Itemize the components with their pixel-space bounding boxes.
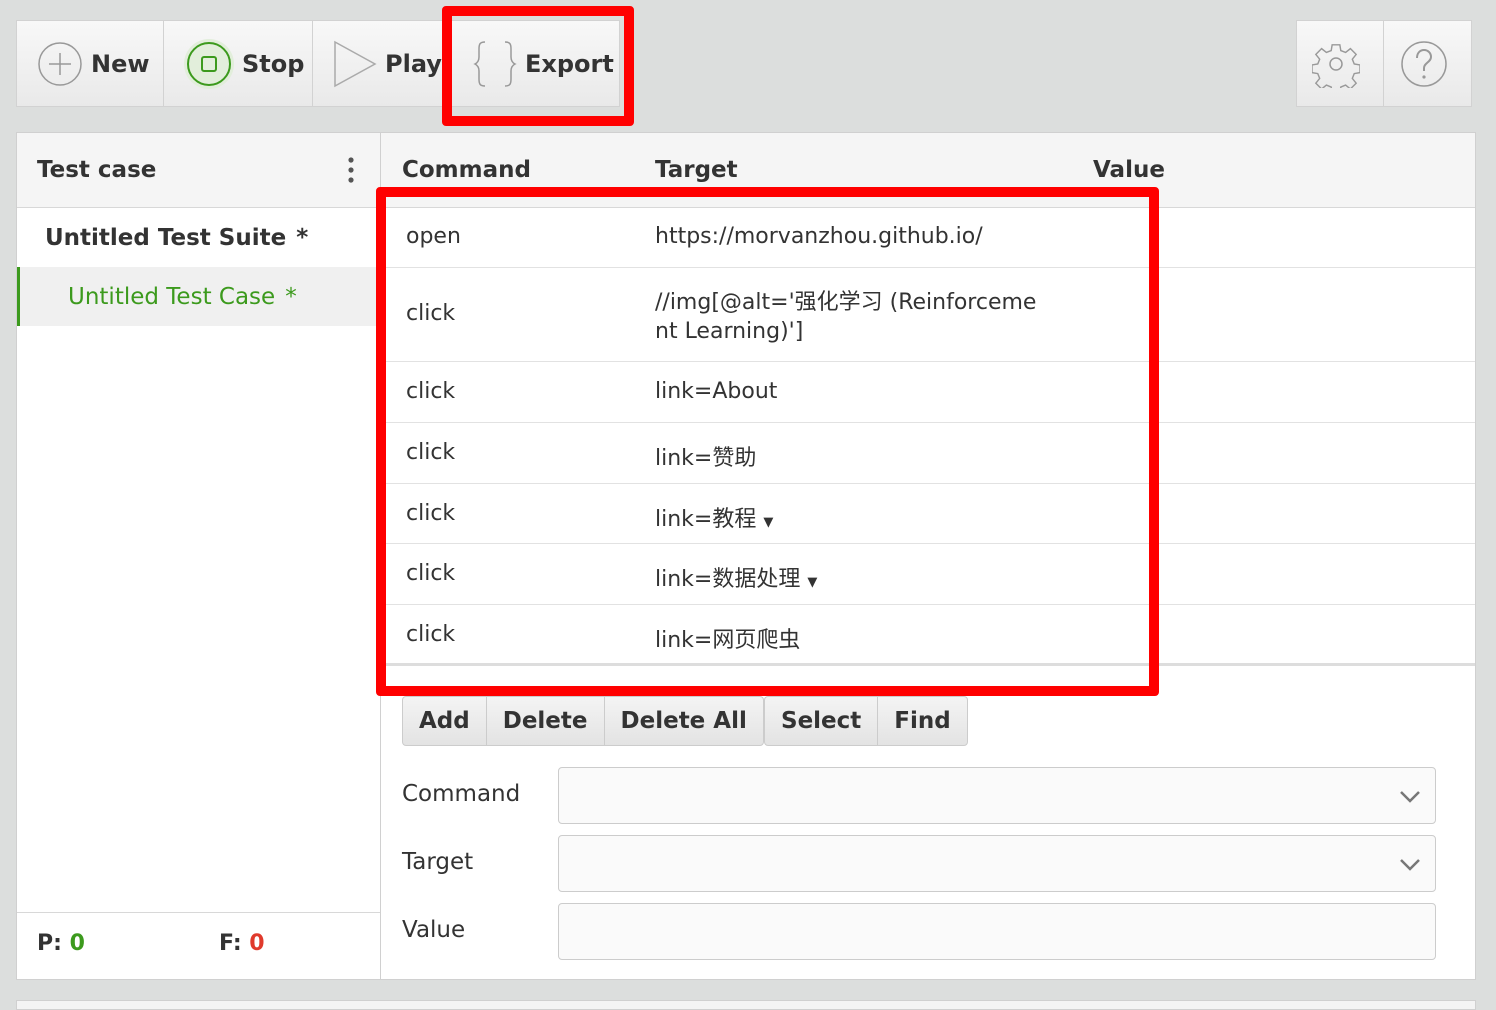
- column-command: Command: [402, 157, 531, 183]
- pass-count: P: 0: [37, 931, 85, 956]
- target-select[interactable]: [558, 835, 1436, 892]
- case-name: Untitled Test Case: [68, 283, 276, 310]
- target-actions: Select Find: [764, 696, 968, 746]
- settings-button[interactable]: [1296, 20, 1384, 107]
- table-row[interactable]: click//img[@alt='强化学习 (Reinforceme nt Lea…: [381, 268, 1475, 362]
- select-button[interactable]: Select: [765, 697, 879, 745]
- help-button[interactable]: [1383, 20, 1472, 107]
- delete-all-button[interactable]: Delete All: [605, 697, 763, 745]
- sidebar-title: Test case: [37, 157, 157, 183]
- table-row[interactable]: click link=教程 ▼: [381, 484, 1475, 544]
- gear-icon: [1312, 43, 1360, 88]
- export-button[interactable]: Export: [442, 20, 620, 107]
- question-circle-icon: [1400, 40, 1447, 87]
- find-button[interactable]: Find: [878, 697, 966, 745]
- play-label: Play: [385, 49, 442, 78]
- table-row[interactable]: click link=About: [381, 362, 1475, 423]
- case-modified-mark: *: [285, 283, 297, 310]
- stop-circle-icon: [184, 38, 234, 89]
- new-button[interactable]: New: [16, 20, 164, 107]
- chevron-down-icon: [1400, 859, 1420, 871]
- braces-icon: [473, 40, 517, 87]
- bottom-panel-edge: [16, 1000, 1476, 1010]
- add-button[interactable]: Add: [403, 697, 487, 745]
- new-label: New: [91, 49, 150, 78]
- command-label: Command: [402, 781, 521, 807]
- column-target: Target: [655, 157, 738, 183]
- plus-circle-icon: [38, 41, 82, 86]
- stop-button[interactable]: Stop: [163, 20, 313, 107]
- table-row[interactable]: open https://morvanzhou.github.io/: [381, 208, 1475, 268]
- table-row[interactable]: click link=网页爬虫: [381, 605, 1475, 666]
- table-row[interactable]: click link=数据处理 ▼: [381, 544, 1475, 605]
- table-header: Command Target Value: [381, 133, 1475, 208]
- value-input[interactable]: [558, 903, 1436, 960]
- column-value: Value: [1093, 157, 1165, 183]
- suite-name: Untitled Test Suite: [45, 224, 287, 251]
- suite-modified-mark: *: [296, 224, 309, 251]
- footer-divider: [17, 912, 380, 913]
- test-case-sidebar: Test case Untitled Test Suite * Untitled …: [17, 133, 381, 979]
- target-with-caret: link=教程 ▼: [655, 507, 774, 532]
- caret-down-icon: ▼: [763, 515, 774, 530]
- test-suite-item[interactable]: Untitled Test Suite *: [17, 208, 380, 267]
- export-label: Export: [525, 49, 614, 78]
- caret-down-icon: ▼: [807, 575, 818, 590]
- fail-count: F: 0: [219, 931, 265, 956]
- more-vertical-icon[interactable]: [348, 157, 354, 183]
- row-actions: Add Delete Delete All: [402, 696, 764, 746]
- test-case-item[interactable]: Untitled Test Case *: [17, 267, 380, 326]
- stop-label: Stop: [242, 49, 305, 78]
- table-row[interactable]: click link=赞助: [381, 423, 1475, 484]
- target-with-caret: link=数据处理 ▼: [655, 567, 818, 592]
- command-select[interactable]: [558, 767, 1436, 824]
- delete-button[interactable]: Delete: [487, 697, 605, 745]
- chevron-down-icon: [1400, 791, 1420, 803]
- target-label: Target: [402, 849, 474, 875]
- play-icon: [334, 40, 377, 87]
- play-button[interactable]: Play: [312, 20, 443, 107]
- value-label: Value: [402, 917, 466, 943]
- main-panel: Test case Untitled Test Suite * Untitled …: [16, 132, 1476, 980]
